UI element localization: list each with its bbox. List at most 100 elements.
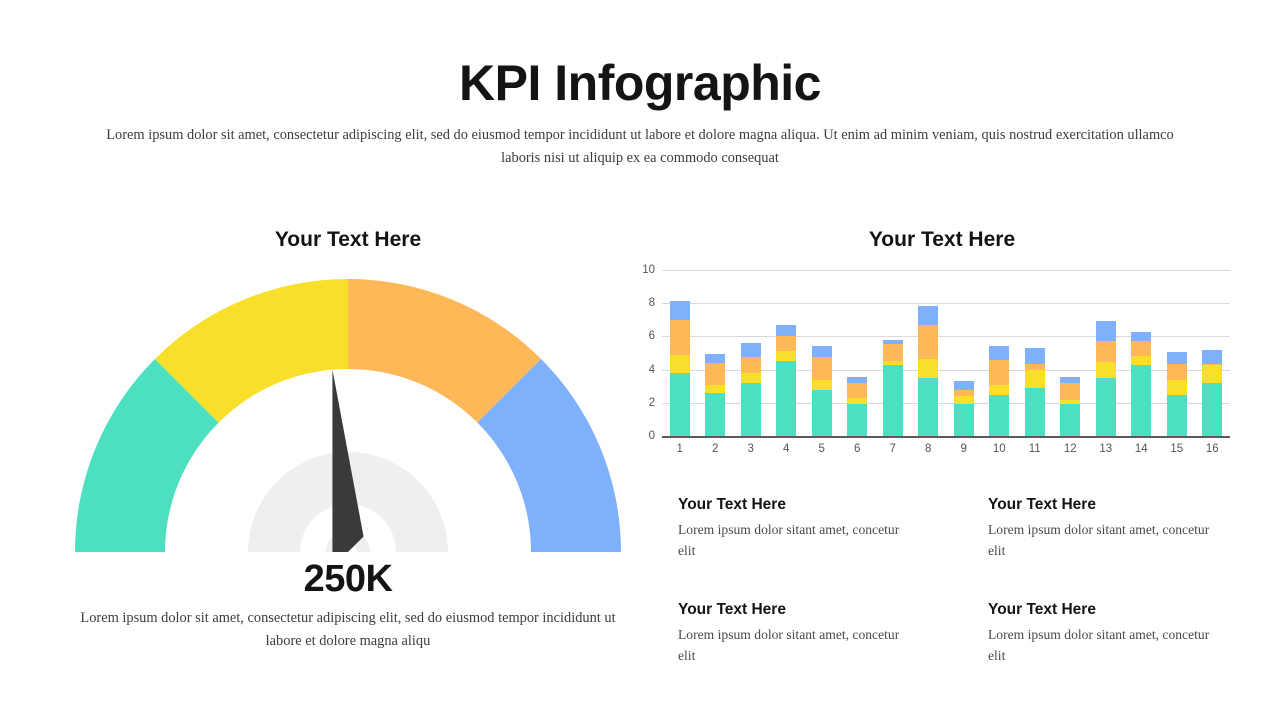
bar-column[interactable] xyxy=(804,270,840,436)
text-block-body: Lorem ipsum dolor sitant amet, concetur … xyxy=(678,627,900,663)
bar-segment-teal xyxy=(882,364,903,436)
bar-segment-teal xyxy=(1131,364,1152,436)
bar-stack[interactable] xyxy=(1024,270,1045,436)
bar-stack[interactable] xyxy=(918,270,939,436)
bar-segment-yellow xyxy=(1095,362,1116,378)
text-block-3: Your Text Here Lorem ipsum dolor sitant … xyxy=(678,601,918,666)
bar-segment-orange xyxy=(882,343,903,362)
bar-chart: 0 2 4 6 8 10 1 2 3 4 5 6 7 8 9 10 11 12 13 14 15 16 xyxy=(636,262,1236,462)
y-axis-tick: 8 xyxy=(648,297,655,310)
bar-segment-blue xyxy=(776,324,797,336)
bar-stack[interactable] xyxy=(1095,270,1116,436)
x-axis-labels: 1 2 3 4 5 6 7 8 9 10 11 12 13 14 15 16 xyxy=(662,438,1230,460)
bar-segment-orange xyxy=(953,389,974,397)
text-block-body: Lorem ipsum dolor sitant amet, concetur … xyxy=(988,627,1210,663)
bar-stack[interactable] xyxy=(1131,270,1152,436)
bar-segment-orange xyxy=(705,362,726,385)
bar-stack[interactable] xyxy=(705,270,726,436)
bar-segment-yellow xyxy=(1166,379,1187,395)
bar-column[interactable] xyxy=(1124,270,1160,436)
bar-stack[interactable] xyxy=(776,270,797,436)
bar-segment-blue xyxy=(1024,348,1045,364)
x-axis-tick: 4 xyxy=(783,443,790,455)
bar-series xyxy=(662,270,1230,436)
bar-segment-teal xyxy=(1202,382,1223,436)
x-axis-tick: 2 xyxy=(712,443,719,455)
bar-segment-orange xyxy=(1166,363,1187,380)
gauge-value: 250K xyxy=(303,558,393,600)
bar-segment-yellow xyxy=(918,358,939,378)
y-axis-labels: 0 2 4 6 8 10 xyxy=(636,264,660,442)
bar-stack[interactable] xyxy=(847,270,868,436)
bar-stack[interactable] xyxy=(1060,270,1081,436)
x-axis-tick: 16 xyxy=(1205,443,1219,455)
bar-segment-yellow xyxy=(776,351,797,362)
bar-stack[interactable] xyxy=(740,270,761,436)
x-axis-tick: 12 xyxy=(1063,443,1077,455)
bar-column[interactable] xyxy=(1053,270,1089,436)
header: KPI Infographic Lorem ipsum dolor sit am… xyxy=(0,55,1280,171)
bar-segment-orange xyxy=(669,319,690,355)
bar-segment-orange xyxy=(811,357,832,380)
bar-column[interactable] xyxy=(698,270,734,436)
text-blocks-grid: Your Text Here Lorem ipsum dolor sitant … xyxy=(678,496,1238,667)
bar-segment-orange xyxy=(989,359,1010,385)
bar-segment-yellow xyxy=(669,354,690,373)
x-axis-tick: 14 xyxy=(1134,443,1148,455)
bar-column[interactable] xyxy=(840,270,876,436)
y-axis-tick: 6 xyxy=(648,330,655,343)
chart-title: Your Text Here xyxy=(868,228,1016,251)
gauge-svg xyxy=(75,279,621,552)
bar-column[interactable] xyxy=(1017,270,1053,436)
bar-stack[interactable] xyxy=(1202,270,1223,436)
bar-segment-orange xyxy=(776,335,797,352)
bar-segment-blue xyxy=(1202,349,1223,364)
bar-segment-teal xyxy=(740,382,761,436)
text-block-4: Your Text Here Lorem ipsum dolor sitant … xyxy=(988,601,1228,666)
x-axis-tick: 9 xyxy=(960,443,967,455)
bar-stack[interactable] xyxy=(669,270,690,436)
bar-segment-blue xyxy=(918,305,939,325)
bar-stack[interactable] xyxy=(953,270,974,436)
bar-stack[interactable] xyxy=(811,270,832,436)
bar-segment-orange xyxy=(847,382,868,398)
gauge-title: Your Text Here xyxy=(274,228,422,251)
bar-segment-blue xyxy=(1166,352,1187,364)
bar-segment-yellow xyxy=(1202,365,1223,383)
bar-column[interactable] xyxy=(662,270,698,436)
bar-stack[interactable] xyxy=(989,270,1010,436)
chart-panel: Your Text Here 0 2 4 6 8 10 1 2 3 4 5 6 7 8 9 10 11 12 13… xyxy=(636,228,1248,462)
x-axis-tick: 13 xyxy=(1099,443,1113,455)
text-block-title: Your Text Here xyxy=(988,496,1096,513)
x-axis-tick: 6 xyxy=(854,443,861,455)
bar-column[interactable] xyxy=(946,270,982,436)
y-axis-tick: 4 xyxy=(648,363,655,376)
bar-segment-yellow xyxy=(989,384,1010,395)
bar-segment-orange xyxy=(1060,382,1081,400)
bar-column[interactable] xyxy=(875,270,911,436)
text-block-title: Your Text Here xyxy=(988,601,1096,619)
bar-stack[interactable] xyxy=(882,270,903,436)
bar-segment-blue xyxy=(1131,332,1152,342)
bar-stack[interactable] xyxy=(1166,270,1187,436)
bar-segment-blue xyxy=(669,300,690,320)
bar-segment-orange xyxy=(740,357,761,373)
x-axis-tick: 7 xyxy=(889,443,896,455)
page-subtitle: Lorem ipsum dolor sit amet, consectetur … xyxy=(106,127,1174,167)
bar-column[interactable] xyxy=(1088,270,1124,436)
x-axis-tick: 10 xyxy=(992,443,1006,455)
bar-segment-yellow xyxy=(1131,355,1152,365)
x-axis-tick: 15 xyxy=(1170,443,1184,455)
bar-segment-teal xyxy=(918,377,939,436)
bar-segment-blue xyxy=(705,353,726,363)
bar-segment-blue xyxy=(1095,321,1116,342)
text-block-1: Your Text Here Lorem ipsum dolor sitant … xyxy=(678,496,918,561)
bar-column[interactable] xyxy=(1159,270,1195,436)
bar-column[interactable] xyxy=(769,270,805,436)
bar-column[interactable] xyxy=(911,270,947,436)
x-axis-tick: 11 xyxy=(1028,443,1041,455)
bar-column[interactable] xyxy=(1195,270,1231,436)
bar-column[interactable] xyxy=(982,270,1018,436)
bar-segment-teal xyxy=(811,389,832,436)
bar-column[interactable] xyxy=(733,270,769,436)
